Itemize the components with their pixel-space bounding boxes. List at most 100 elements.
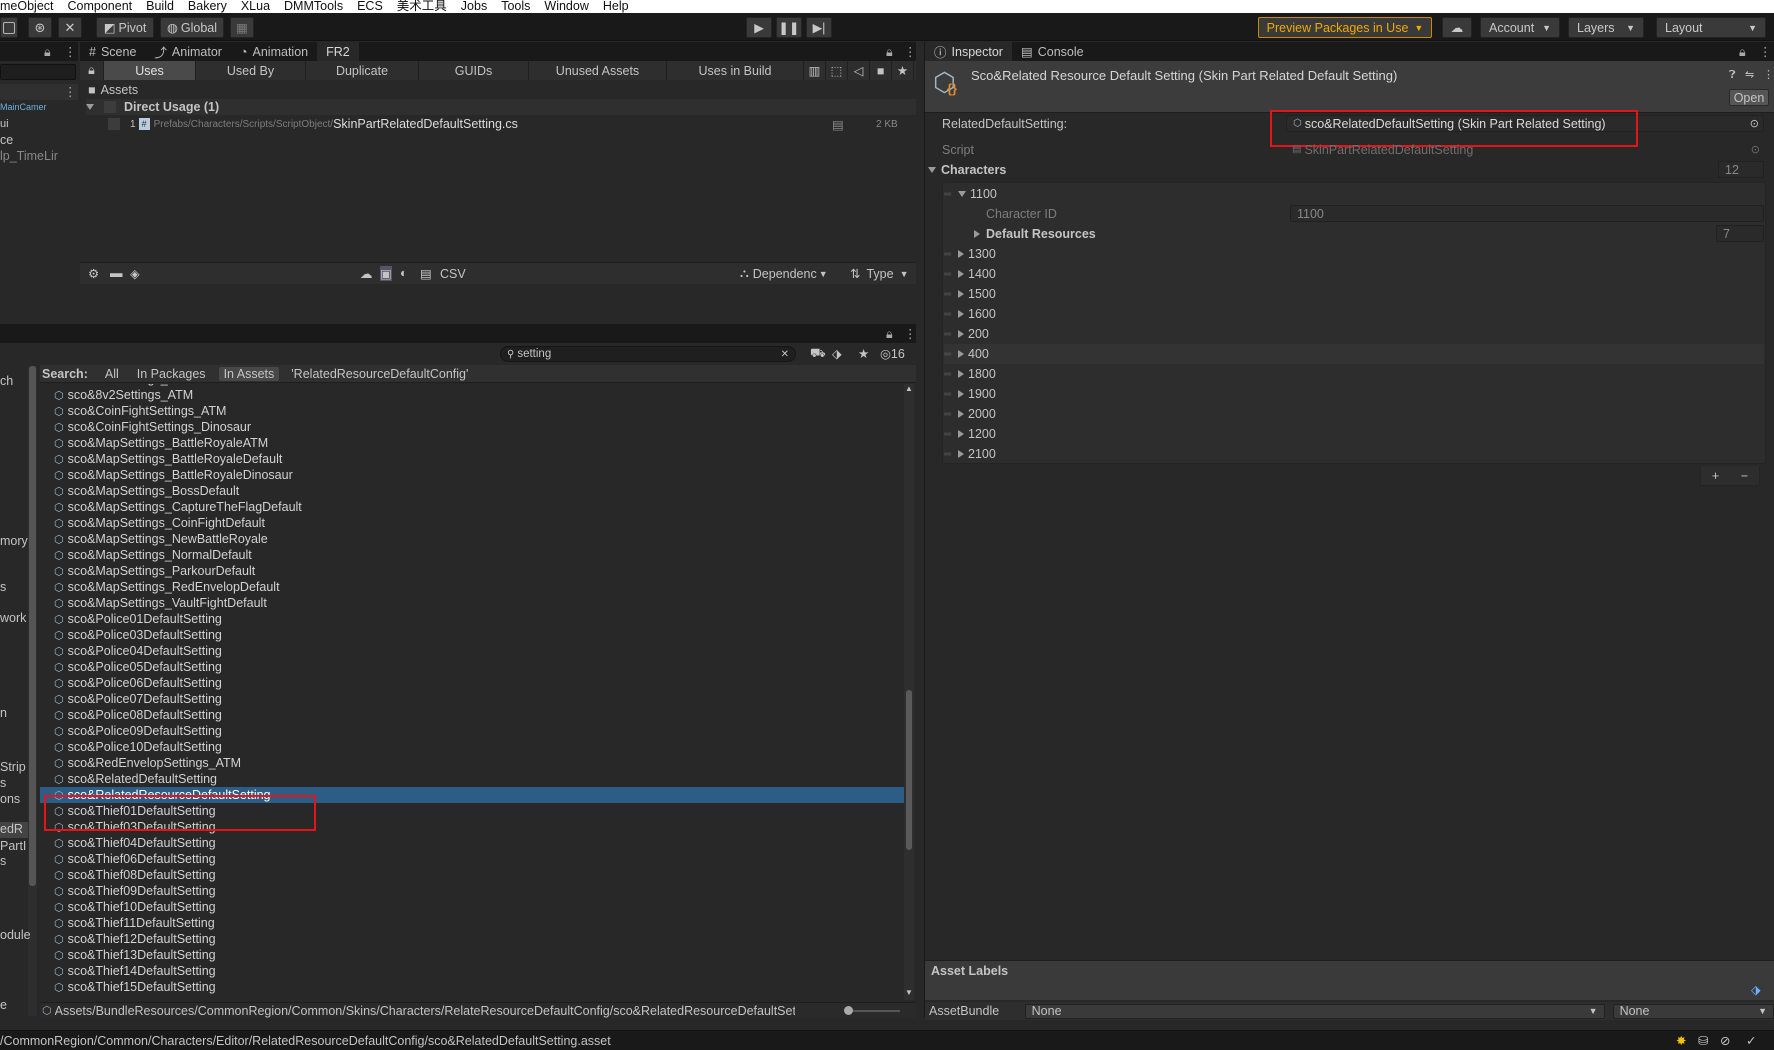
drag-handle-icon[interactable]: ═ [944, 329, 958, 340]
chevron-down-icon[interactable]: ▼ [905, 988, 913, 997]
list-item[interactable]: ⬡ sco&Thief09DefaultSetting [40, 883, 904, 899]
preview-packages-button[interactable]: Preview Packages in Use ▼ [1258, 17, 1432, 38]
project-search-input[interactable]: ⚲ setting ✕ [500, 346, 796, 362]
layout-dropdown[interactable]: Layout ▼ [1656, 17, 1766, 38]
fr2-bookmark-button[interactable]: ★ [892, 61, 914, 80]
direct-usage-group[interactable]: Direct Usage (1) [86, 99, 916, 115]
label-filter-icon[interactable]: ⬗ [832, 346, 842, 361]
list-item[interactable]: ⬡ sco&MapSettings_BossDefault [40, 483, 904, 499]
fr2-select-button[interactable]: ⬚ [826, 61, 848, 80]
list-item[interactable]: ⬡ sco&MapSettings_NewBattleRoyale [40, 531, 904, 547]
custom-tool-button[interactable]: ⊛ [28, 17, 52, 38]
list-item[interactable]: ⬡ sco&Police03DefaultSetting [40, 627, 904, 643]
list-item[interactable]: ⬡ sco&CoinFightSettings_ATM [40, 403, 904, 419]
dependency-dropdown[interactable]: ⛬ Dependenc ▼ [740, 266, 828, 281]
tab-fr2[interactable]: FR2 [317, 42, 359, 61]
hierarchy-item[interactable]: MainCamer [0, 102, 47, 112]
lock-icon[interactable]: 🔒︎ [886, 327, 893, 342]
character-element[interactable]: ═ 1500 [944, 284, 1764, 304]
menu-window[interactable]: Window [544, 0, 588, 13]
list-item[interactable]: ⬡ sco&Police09DefaultSetting [40, 723, 904, 739]
close-icon[interactable]: ✕ [781, 349, 789, 360]
menu-art-tools[interactable]: 美术工具 [397, 0, 447, 13]
folder-scrollbar-thumb[interactable] [29, 366, 36, 886]
favorite-star-icon[interactable]: ★ [858, 346, 869, 361]
character-element[interactable]: ═ 1300 [944, 244, 1764, 264]
tab-inspector[interactable]: ⓘ Inspector [925, 42, 1012, 61]
folder-scrollbar[interactable] [28, 366, 37, 1016]
cloud-icon[interactable]: ☁ [360, 266, 373, 281]
layers-dropdown[interactable]: Layers ▼ [1568, 17, 1644, 38]
pivot-toggle[interactable]: ◩ Pivot [96, 17, 154, 38]
search-by-type-icon[interactable]: ⛟ [810, 346, 826, 362]
drag-handle-icon[interactable]: ═ [944, 269, 958, 280]
kebab-menu-icon[interactable]: ⋮ [1763, 68, 1774, 81]
presets-icon[interactable]: ⇋ [1745, 68, 1754, 81]
character-element[interactable]: ═ 1400 [944, 264, 1764, 284]
checkbox[interactable] [104, 101, 116, 113]
character-element[interactable]: ═ 2100 [944, 444, 1764, 464]
folder-item[interactable]: mory [0, 534, 28, 548]
scope-in-packages[interactable]: In Packages [132, 367, 211, 381]
assets-group[interactable]: ■ Assets [88, 82, 138, 98]
bug-icon[interactable]: ✸ [1676, 1033, 1686, 1048]
label-tag-icon[interactable]: ⬗ [1751, 982, 1761, 997]
list-item[interactable]: ⬡ sco&Police08DefaultSetting [40, 707, 904, 723]
list-item[interactable]: ⬡ sco&RelatedDefaultSetting [40, 771, 904, 787]
fr2-tab-duplicate[interactable]: Duplicate [306, 61, 419, 80]
checkbox[interactable] [108, 118, 120, 130]
layers-icon[interactable]: ◈ [130, 266, 140, 281]
fr2-folder-button[interactable]: ■ [870, 61, 892, 80]
default-resources-foldout[interactable]: Default Resources [974, 224, 1774, 244]
list-item[interactable]: ⬡ sco&MapSettings_VaultFightDefault [40, 595, 904, 611]
drag-handle-icon[interactable]: ═ [944, 389, 958, 400]
character-element[interactable]: ═ 1900 [944, 384, 1764, 404]
menu-build[interactable]: Build [146, 0, 174, 13]
folder-item[interactable]: e [0, 998, 7, 1012]
list-item[interactable]: ⬡ sco&Thief10DefaultSetting [40, 899, 904, 915]
tools-button[interactable]: ✕ [58, 17, 82, 38]
list-item[interactable]: ⬡ sco&Thief04DefaultSetting [40, 835, 904, 851]
list-item[interactable]: ⬡ sco&Thief08DefaultSetting [40, 867, 904, 883]
icon-size-slider-knob[interactable] [844, 1006, 853, 1015]
list-item[interactable]: ⬡ sco&MapSettings_BattleRoyaleDefault [40, 451, 904, 467]
drag-handle-icon[interactable]: ═ [944, 409, 958, 420]
open-button[interactable]: Open [1729, 89, 1769, 106]
character-element[interactable]: ═ 1200 [944, 424, 1764, 444]
menu-jobs[interactable]: Jobs [461, 0, 487, 13]
folder-item[interactable]: odule [0, 928, 31, 942]
list-item[interactable]: ⬡ sco&Police01DefaultSetting [40, 611, 904, 627]
folder-item[interactable]: PartI [0, 839, 26, 853]
list-item[interactable]: ⬡ sco&Police04DefaultSetting [40, 643, 904, 659]
remove-icon[interactable]: − [1741, 469, 1748, 483]
play-button[interactable]: ▶ [746, 17, 772, 38]
kebab-menu-icon[interactable]: ⋮ [904, 44, 917, 59]
drag-handle-icon[interactable]: ═ [944, 429, 958, 440]
grid-snap-button[interactable]: ▦ [230, 17, 254, 38]
debug-mode-icon[interactable]: ⊘ [1720, 1033, 1730, 1048]
list-item[interactable]: ⬡ sco&Police07DefaultSetting [40, 691, 904, 707]
lock-icon[interactable]: 🔒︎ [44, 45, 51, 60]
hidden-packages-toggle[interactable]: ◎ 16 [880, 346, 905, 362]
menu-dmmtools[interactable]: DMMTools [284, 0, 343, 13]
assetbundle-variant-dropdown[interactable]: None ▼ [1612, 1003, 1774, 1019]
fr2-tab-guids[interactable]: GUIDs [419, 61, 529, 80]
hierarchy-item[interactable]: lp_TimeLir [0, 149, 58, 163]
list-item[interactable]: ⬡ sco&MapSettings_CaptureTheFlagDefault [40, 499, 904, 515]
csv-button[interactable]: CSV [440, 267, 466, 281]
character-element[interactable]: ═ 1600 [944, 304, 1764, 324]
minus-icon[interactable]: ▬ [110, 266, 123, 280]
tab-console[interactable]: ▤ Console [1012, 42, 1093, 61]
drag-handle-icon[interactable]: ═ [944, 289, 958, 300]
kebab-menu-icon[interactable]: ⋮ [64, 44, 77, 59]
list-item[interactable]: ⬡ sco&MapSettings_BattleRoyaleATM [40, 435, 904, 451]
menu-xlua[interactable]: XLua [241, 0, 270, 13]
list-item[interactable]: ⬡ sco&MapSettings_ParkourDefault [40, 563, 904, 579]
cache-server-icon[interactable]: ⛁ [1698, 1033, 1708, 1048]
fit-view-icon[interactable]: ▣ [380, 266, 392, 281]
folder-item[interactable]: s [0, 854, 6, 868]
list-item[interactable]: ⬡ sco&Thief11DefaultSetting [40, 915, 904, 931]
folder-item[interactable]: s [0, 580, 6, 594]
character-element[interactable]: ═ 200 [944, 324, 1764, 344]
list-item[interactable]: ⬡ sco&Police06DefaultSetting [40, 675, 904, 691]
